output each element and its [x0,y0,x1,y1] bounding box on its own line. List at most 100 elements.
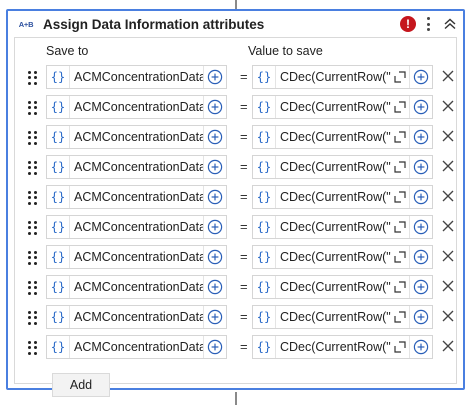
value-to-save-field[interactable]: {} CDec(CurrentRow("Ol [252,125,433,149]
value-to-save-field[interactable]: {}CDec(CurrentRow("Pri [252,275,433,299]
drag-handle-icon[interactable] [28,221,37,235]
drag-handle-icon[interactable] [28,191,37,205]
value-expression[interactable]: CDec(CurrentRow("Ol [276,130,391,144]
add-variable-icon[interactable] [203,246,226,268]
value-expression[interactable]: CDec(CurrentRow("Ex [276,220,391,234]
save-to-value[interactable]: ACMConcentrationDataRe [70,130,203,144]
save-to-field[interactable]: {}ACMConcentrationDataRe [46,185,227,209]
variable-icon[interactable]: {} [47,306,70,328]
value-to-save-field[interactable]: {} CDec(CurrentRow("Ol [252,95,433,119]
save-to-field[interactable]: {}ACMConcentrationDataRe [46,155,227,179]
expand-editor-icon[interactable] [391,246,409,268]
value-expression[interactable]: CDec(CurrentRow("Nu [276,250,391,264]
add-variable-icon[interactable] [203,156,226,178]
add-value-icon[interactable] [409,66,432,88]
value-to-save-field[interactable]: {}CDec(CurrentRow("Re [252,305,433,329]
save-to-field[interactable]: {}ACMConcentrationDataRe [46,215,227,239]
save-to-field[interactable]: {}ACMConcentrationDataRe [46,305,227,329]
add-value-icon[interactable] [409,276,432,298]
expand-editor-icon[interactable] [391,96,409,118]
save-to-value[interactable]: ACMConcentrationDataRe [70,190,203,204]
drag-handle-icon[interactable] [28,341,37,355]
save-to-field[interactable]: {}ACMConcentrationDataRe [46,275,227,299]
expression-icon[interactable]: {} [253,156,276,178]
save-to-value[interactable]: ACMConcentrationDataRe [70,70,203,84]
expression-icon[interactable]: {} [253,276,276,298]
add-variable-icon[interactable] [203,276,226,298]
variable-icon[interactable]: {} [47,276,70,298]
expand-editor-icon[interactable] [391,66,409,88]
delete-row-icon[interactable] [442,220,454,232]
add-variable-icon[interactable] [203,186,226,208]
variable-icon[interactable]: {} [47,336,70,358]
add-value-icon[interactable] [409,336,432,358]
variable-icon[interactable]: {} [47,96,70,118]
value-to-save-field[interactable]: {}CDec(CurrentRow("Va [252,155,433,179]
delete-row-icon[interactable] [442,70,454,82]
expression-icon[interactable]: {} [253,186,276,208]
delete-row-icon[interactable] [442,250,454,262]
expand-editor-icon[interactable] [391,306,409,328]
add-variable-icon[interactable] [203,336,226,358]
add-value-icon[interactable] [409,126,432,148]
expand-editor-icon[interactable] [391,126,409,148]
drag-handle-icon[interactable] [28,251,37,265]
save-to-value[interactable]: ACMConcentrationDataRe [70,100,203,114]
validation-error-icon[interactable]: ! [400,16,416,32]
expand-editor-icon[interactable] [391,336,409,358]
variable-icon[interactable]: {} [47,66,70,88]
expand-editor-icon[interactable] [391,186,409,208]
save-to-field[interactable]: {}ACMConcentrationDataRe [46,95,227,119]
assign-activity-card[interactable]: A+B Assign Data Information attributes !… [6,9,465,397]
value-to-save-field[interactable]: {}CDec(CurrentRow("Re [252,185,433,209]
save-to-value[interactable]: ACMConcentrationDataRe [70,250,203,264]
expression-icon[interactable]: {} [253,246,276,268]
value-expression[interactable]: CDec(CurrentRow("Va [276,160,391,174]
drag-handle-icon[interactable] [28,131,37,145]
add-variable-icon[interactable] [203,306,226,328]
drag-handle-icon[interactable] [28,161,37,175]
expression-icon[interactable]: {} [253,306,276,328]
variable-icon[interactable]: {} [47,186,70,208]
expression-icon[interactable]: {} [253,96,276,118]
expand-editor-icon[interactable] [391,216,409,238]
add-variable-icon[interactable] [203,96,226,118]
expand-editor-icon[interactable] [391,276,409,298]
save-to-value[interactable]: ACMConcentrationDataRe [70,340,203,354]
delete-row-icon[interactable] [442,160,454,172]
add-value-icon[interactable] [409,216,432,238]
delete-row-icon[interactable] [442,310,454,322]
expression-icon[interactable]: {} [253,126,276,148]
delete-row-icon[interactable] [442,340,454,352]
activity-header[interactable]: A+B Assign Data Information attributes ! [8,11,463,37]
variable-icon[interactable]: {} [47,246,70,268]
expand-editor-icon[interactable] [391,156,409,178]
drag-handle-icon[interactable] [28,311,37,325]
value-expression[interactable]: CDec(CurrentRow("Ye [276,70,391,84]
variable-icon[interactable]: {} [47,126,70,148]
save-to-field[interactable]: {}ACMConcentrationDataRe [46,65,227,89]
add-button[interactable]: Add [52,373,110,397]
expression-icon[interactable]: {} [253,216,276,238]
drag-handle-icon[interactable] [28,101,37,115]
add-value-icon[interactable] [409,96,432,118]
value-to-save-field[interactable]: {}CDec(CurrentRow("Ye [252,65,433,89]
add-value-icon[interactable] [409,306,432,328]
value-to-save-field[interactable]: {}CDec(CurrentRow("Ex [252,215,433,239]
save-to-field[interactable]: {}ACMConcentrationDataRe [46,245,227,269]
add-value-icon[interactable] [409,186,432,208]
delete-row-icon[interactable] [442,280,454,292]
expression-icon[interactable]: {} [253,336,276,358]
save-to-value[interactable]: ACMConcentrationDataRe [70,160,203,174]
more-options-icon[interactable] [426,17,430,31]
value-expression[interactable]: CDec(CurrentRow("Re [276,190,391,204]
save-to-field[interactable]: {}ACMConcentrationDataRe [46,125,227,149]
value-expression[interactable]: CDec(CurrentRow("Pri [276,280,391,294]
add-variable-icon[interactable] [203,66,226,88]
value-to-save-field[interactable]: {}CDec(CurrentRow("Nu [252,245,433,269]
delete-row-icon[interactable] [442,100,454,112]
add-value-icon[interactable] [409,246,432,268]
variable-icon[interactable]: {} [47,216,70,238]
activity-title[interactable]: Assign Data Information attributes [43,17,400,32]
drag-handle-icon[interactable] [28,281,37,295]
